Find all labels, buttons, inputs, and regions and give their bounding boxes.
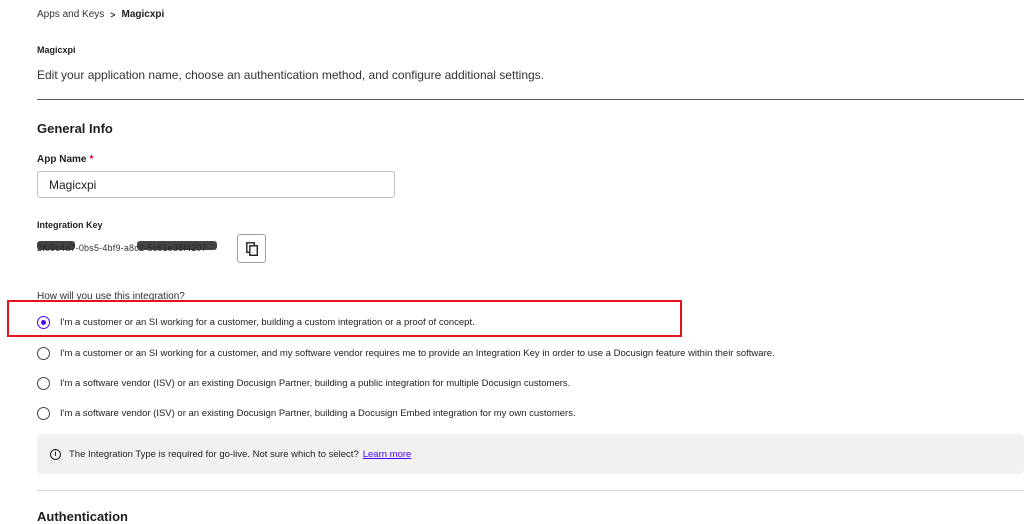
page-title: Magicxpi: [37, 45, 76, 55]
breadcrumb-apps-and-keys[interactable]: Apps and Keys: [37, 9, 104, 20]
copy-integration-key-button[interactable]: [237, 234, 266, 263]
redaction-scribble-1: [37, 241, 75, 250]
learn-more-link[interactable]: Learn more: [363, 449, 412, 460]
info-banner-message: The Integration Type is required for go-…: [69, 448, 359, 460]
radio-button-selected[interactable]: [37, 316, 50, 329]
usage-option-embed-integration[interactable]: I'm a software vendor (ISV) or an existi…: [37, 407, 576, 420]
usage-option-label: I'm a software vendor (ISV) or an existi…: [60, 408, 576, 419]
info-banner: i The Integration Type is required for g…: [37, 434, 1024, 474]
integration-key-label: Integration Key: [37, 220, 103, 230]
usage-option-label: I'm a customer or an SI working for a cu…: [60, 348, 775, 359]
info-icon: i: [50, 448, 61, 460]
section-divider: [37, 490, 1024, 491]
usage-option-label: I'm a customer or an SI working for a cu…: [60, 317, 475, 328]
app-name-label: App Name *: [37, 154, 93, 165]
radio-button[interactable]: [37, 377, 50, 390]
usage-option-vendor-requires-key[interactable]: I'm a customer or an SI working for a cu…: [37, 347, 775, 360]
breadcrumb-current: Magicxpi: [121, 9, 165, 20]
info-banner-text: The Integration Type is required for go-…: [69, 449, 411, 460]
app-name-label-text: App Name: [37, 154, 87, 165]
page-description: Edit your application name, choose an au…: [37, 68, 544, 82]
usage-option-public-integration[interactable]: I'm a software vendor (ISV) or an existi…: [37, 377, 570, 390]
app-name-input[interactable]: [37, 171, 395, 198]
redaction-scribble-2: [137, 241, 217, 250]
required-marker: *: [89, 154, 94, 165]
usage-option-custom-integration[interactable]: I'm a customer or an SI working for a cu…: [37, 316, 475, 329]
breadcrumb-separator: >: [110, 9, 116, 20]
general-info-heading: General Info: [37, 121, 113, 136]
breadcrumb: Apps and Keys > Magicxpi: [37, 9, 164, 20]
radio-button[interactable]: [37, 347, 50, 360]
header-divider: [37, 99, 1024, 100]
integration-key-value: 2f09c4a7-0bs5-4bf9-a8c2-5c61e36f4207: [37, 241, 217, 253]
copy-icon: [245, 241, 258, 256]
usage-option-label: I'm a software vendor (ISV) or an existi…: [60, 378, 571, 389]
radio-button[interactable]: [37, 407, 50, 420]
